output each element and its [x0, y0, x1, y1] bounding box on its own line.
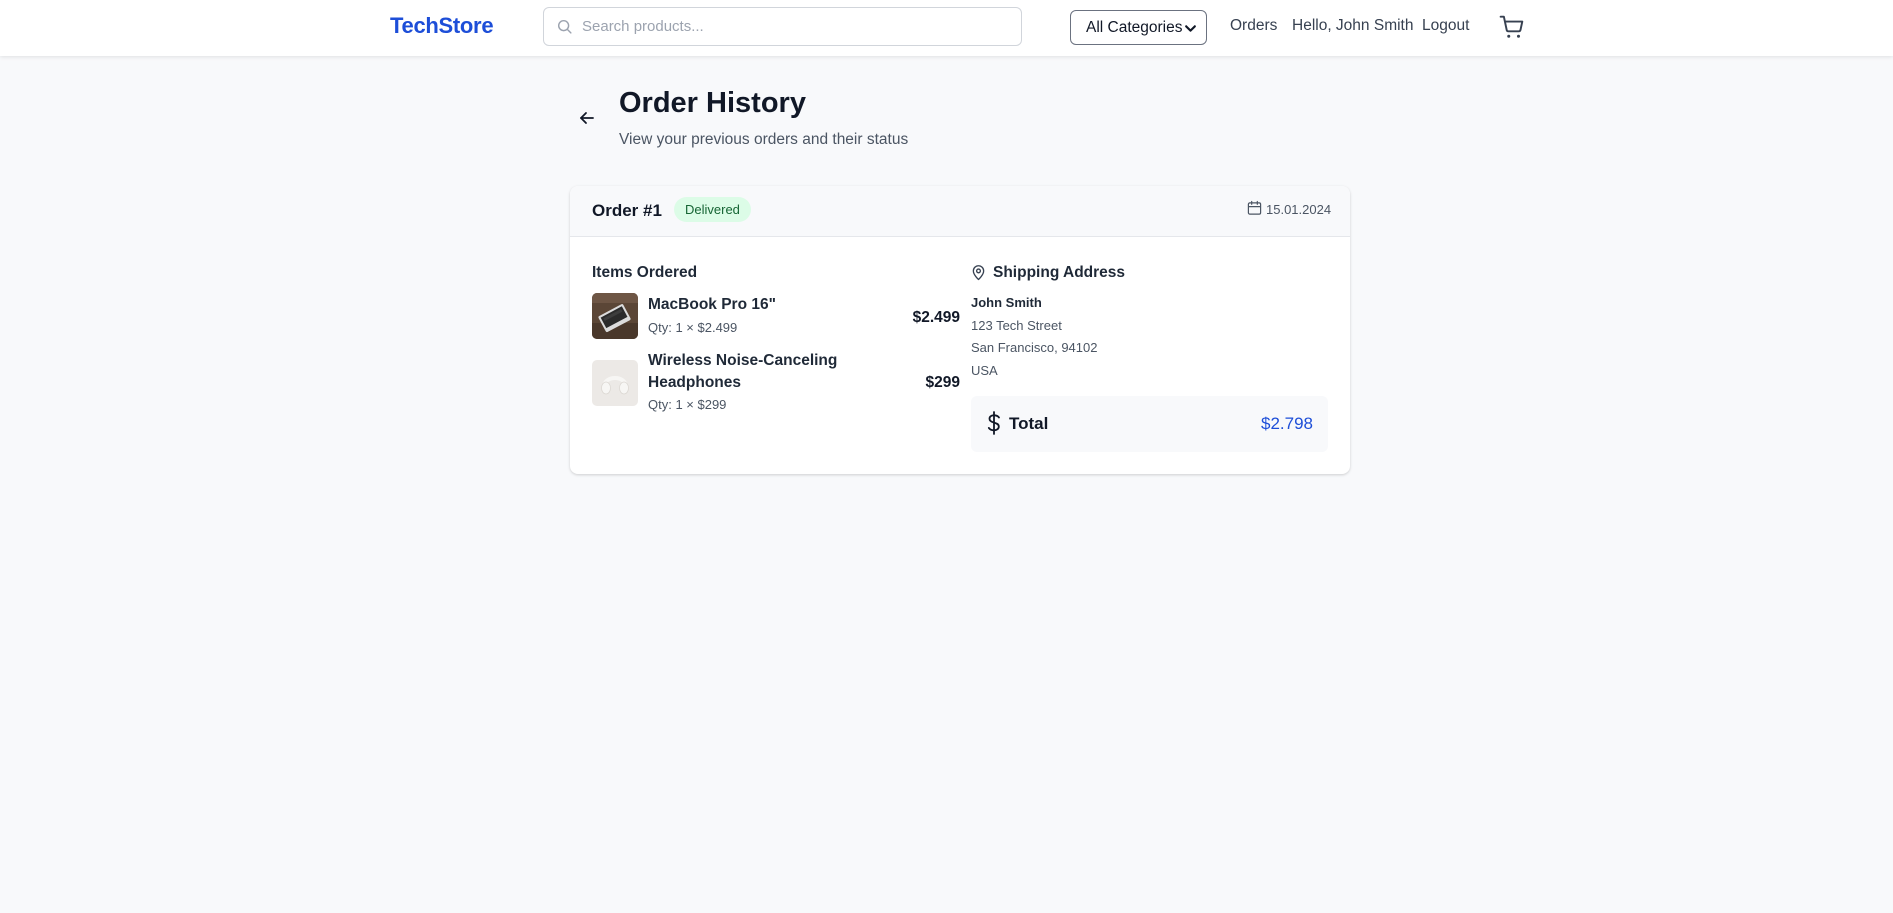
- search-input[interactable]: [582, 8, 1012, 45]
- calendar-icon: [1247, 200, 1262, 215]
- shipping-street: 123 Tech Street: [971, 318, 1062, 333]
- shipping-country: USA: [971, 363, 998, 378]
- item-qty: Qty: 1 × $299: [648, 397, 727, 412]
- item-price: $2.499: [912, 309, 960, 326]
- order-total-box: Total $2.798: [971, 396, 1328, 452]
- item-price: $299: [925, 374, 960, 391]
- logout-link[interactable]: Logout: [1422, 17, 1469, 35]
- back-arrow-icon[interactable]: [577, 108, 597, 128]
- shipping-name: John Smith: [971, 295, 1042, 310]
- orders-link[interactable]: Orders: [1230, 17, 1277, 35]
- order-card-header: Order #1 Delivered 15.01.2024: [570, 186, 1350, 237]
- store-logo[interactable]: TechStore: [390, 13, 494, 39]
- category-select[interactable]: All Categories: [1070, 10, 1207, 45]
- items-ordered-title: Items Ordered: [592, 264, 698, 281]
- item-thumbnail-laptop: [592, 293, 638, 339]
- total-label: Total: [1009, 414, 1049, 433]
- location-pin-icon: [972, 265, 985, 281]
- search-box[interactable]: [543, 7, 1022, 46]
- cart-icon[interactable]: [1499, 14, 1525, 40]
- total-value: $2.798: [1261, 414, 1313, 433]
- status-badge: Delivered: [674, 197, 751, 222]
- item-name: MacBook Pro 16": [648, 296, 776, 313]
- order-date: 15.01.2024: [1266, 202, 1332, 217]
- top-navbar: TechStore All Categories Orders Hello, J…: [0, 0, 1893, 56]
- dollar-icon: [987, 411, 1000, 435]
- order-number: Order #1: [592, 201, 662, 220]
- page-title: Order History: [619, 87, 806, 119]
- order-card: Order #1 Delivered 15.01.2024 Items Orde…: [570, 186, 1350, 474]
- search-icon: [557, 19, 572, 34]
- category-select-value: All Categories: [1086, 19, 1183, 36]
- page-subtitle: View your previous orders and their stat…: [619, 131, 909, 148]
- item-qty: Qty: 1 × $2.499: [648, 320, 738, 335]
- chevron-down-icon: [1185, 25, 1196, 32]
- item-name: Wireless Noise-Canceling Headphones: [648, 352, 838, 391]
- shipping-city: San Francisco, 94102: [971, 340, 1098, 355]
- item-thumbnail-headphones: [592, 360, 638, 406]
- user-greeting: Hello, John Smith: [1292, 17, 1414, 34]
- shipping-address-title: Shipping Address: [993, 264, 1126, 281]
